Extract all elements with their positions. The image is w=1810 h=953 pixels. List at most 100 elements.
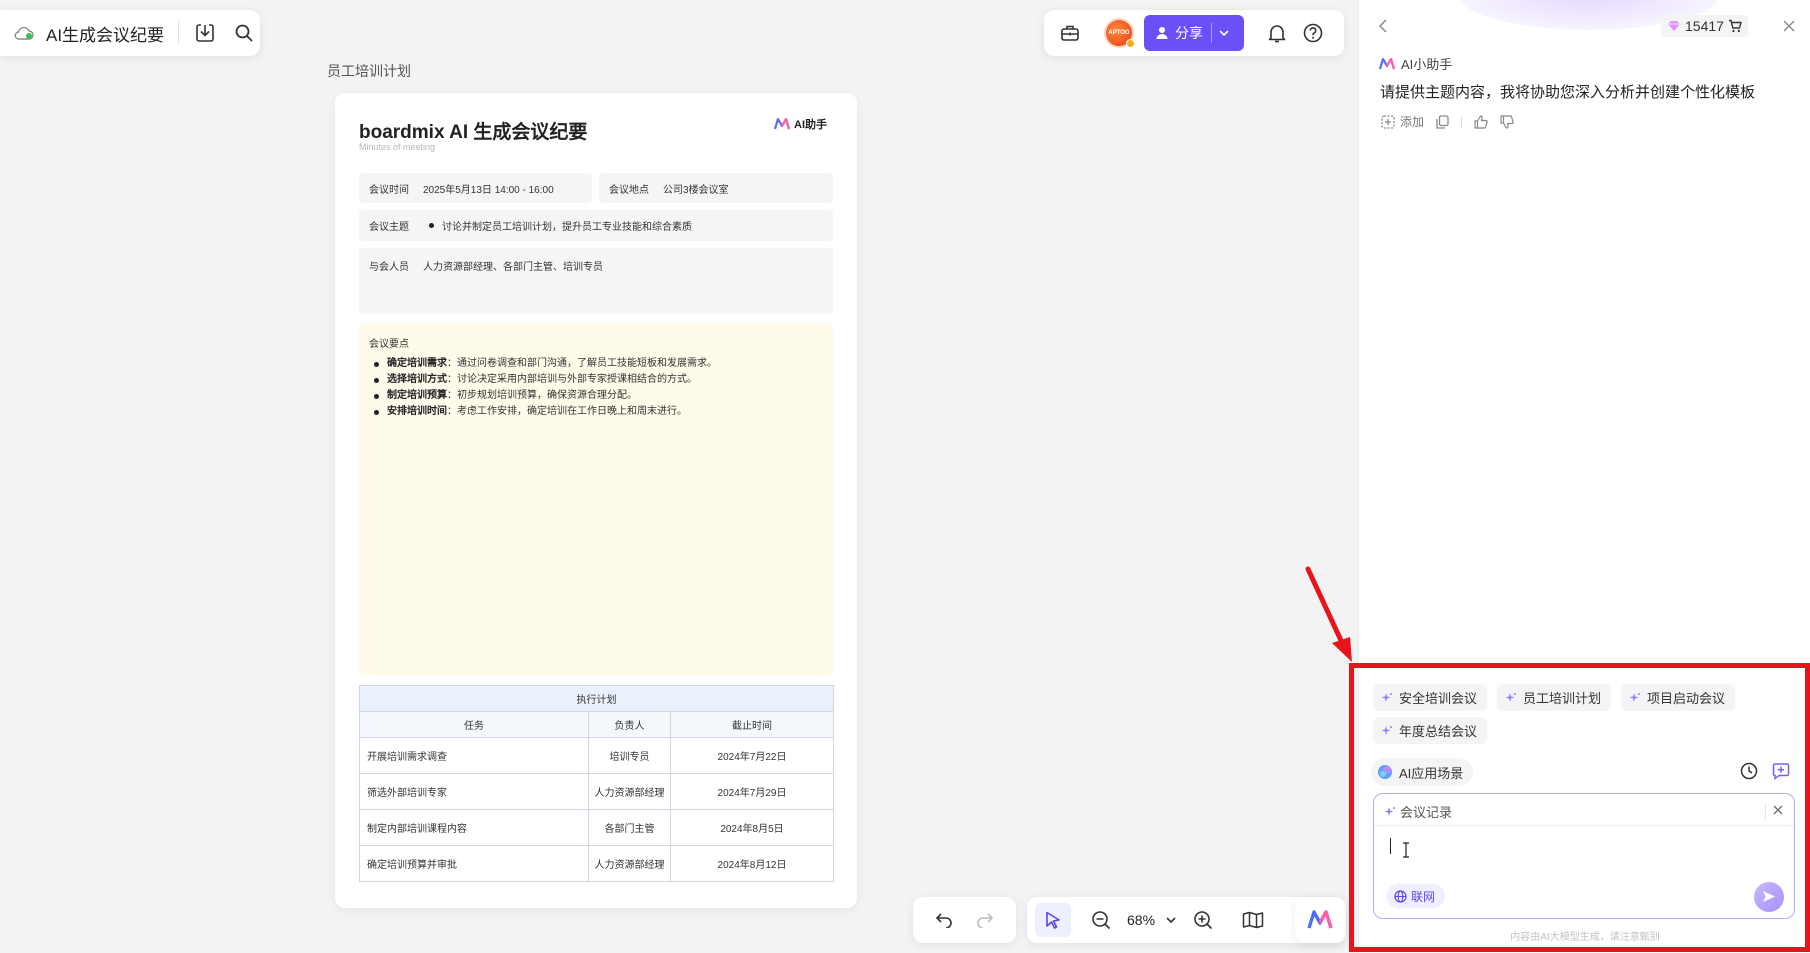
attendees-label: 与会人员 xyxy=(369,262,409,273)
suggestion-chip[interactable]: 员工培训计划 xyxy=(1497,684,1612,711)
close-icon[interactable] xyxy=(1777,14,1801,38)
history-toolbar xyxy=(913,897,1016,943)
globe-icon xyxy=(1394,889,1407,903)
suggestion-chip[interactable]: 项目启动会议 xyxy=(1621,684,1736,711)
table-cell-deadline: 2024年8月5日 xyxy=(670,809,834,846)
table-header-task: 任务 xyxy=(359,711,589,738)
key-point-bold: 制定培训预算 xyxy=(387,390,447,401)
avatar-status-badge xyxy=(1126,39,1135,48)
new-chat-icon[interactable] xyxy=(1769,759,1793,783)
share-label: 分享 xyxy=(1175,25,1203,41)
text-caret xyxy=(1390,838,1391,854)
key-point-item: 确定培训需求：通过问卷调查和部门沟通，了解员工技能短板和发展需求。 xyxy=(369,356,823,372)
send-icon xyxy=(1762,890,1776,904)
select-tool-icon[interactable] xyxy=(1035,903,1071,937)
logo-text: AI助手 xyxy=(794,119,827,131)
suggestion-label: 年度总结会议 xyxy=(1399,724,1478,739)
key-point-text: ：讨论决定采用内部培训与外部专家授课相结合的方式。 xyxy=(447,374,697,385)
copy-icon[interactable] xyxy=(1436,114,1449,129)
meeting-topic-label: 会议主题 xyxy=(369,222,409,233)
suggestion-label: 项目启动会议 xyxy=(1647,691,1726,706)
table-cell-owner: 各部门主管 xyxy=(588,809,671,846)
add-label: 添加 xyxy=(1400,115,1425,129)
credits-badge[interactable]: 15417 xyxy=(1661,15,1748,37)
zoom-in-icon[interactable] xyxy=(1187,904,1219,936)
ai-assistant-panel: 15417 AI小助手 请提供主题内容，我将协助您深入分析并创建个性化模板 添加 xyxy=(1358,0,1810,953)
ai-assistant-button[interactable] xyxy=(1295,897,1345,943)
credits-value: 15417 xyxy=(1685,18,1724,34)
divider xyxy=(1765,803,1766,819)
meeting-place-value: 公司3楼会议室 xyxy=(663,184,729,196)
meeting-place-label: 会议地点 xyxy=(609,184,649,196)
divider xyxy=(1374,825,1794,826)
cloud-sync-icon xyxy=(14,26,34,40)
zoom-out-icon[interactable] xyxy=(1085,904,1117,936)
chat-input-box[interactable]: 会议记录 联网 xyxy=(1373,793,1795,919)
ai-scenes-button[interactable]: AI应用场景 xyxy=(1371,758,1474,786)
toolbox-icon[interactable] xyxy=(1056,19,1084,47)
sparkle-icon xyxy=(1629,692,1641,704)
table-header-row: 任务 负责人 截止时间 xyxy=(359,711,834,738)
ai-scenes-label: AI应用场景 xyxy=(1399,765,1464,781)
send-button[interactable] xyxy=(1754,882,1784,912)
help-icon[interactable] xyxy=(1298,18,1328,48)
divider xyxy=(178,21,179,45)
table-header-deadline: 截止时间 xyxy=(670,711,834,738)
minutes-document[interactable]: boardmix AI 生成会议纪要 Minutes of meeting AI… xyxy=(335,93,857,908)
key-point-item: 制定培训预算：初步规划培训预算，确保资源合理分配。 xyxy=(369,388,823,404)
search-icon[interactable] xyxy=(228,15,260,51)
chat-input-field[interactable] xyxy=(1388,834,1688,860)
assistant-header: AI小助手 xyxy=(1379,54,1452,73)
close-tag-icon[interactable] xyxy=(1770,802,1786,818)
annotation-arrow-icon xyxy=(1305,566,1352,662)
key-point-item: 选择培训方式：讨论决定采用内部培训与外部专家授课相结合的方式。 xyxy=(369,372,823,388)
undo-icon[interactable] xyxy=(928,904,960,936)
share-main-button[interactable]: 分享 xyxy=(1144,15,1211,51)
thumbs-down-icon[interactable] xyxy=(1500,114,1514,129)
map-icon[interactable] xyxy=(1237,904,1269,936)
bell-icon[interactable] xyxy=(1262,18,1292,48)
suggestion-label: 员工培训计划 xyxy=(1523,691,1602,706)
avatar[interactable]: APTOO xyxy=(1104,18,1135,48)
text-cursor-icon xyxy=(1402,842,1410,858)
add-to-canvas-button[interactable]: 添加 xyxy=(1381,113,1424,130)
meeting-time-field: 会议时间 2025年5月13日 14:00 - 16:00 xyxy=(359,173,592,203)
table-cell-owner: 人力资源部经理 xyxy=(588,773,671,810)
table-cell-deadline: 2024年8月12日 xyxy=(670,845,834,882)
zoom-level[interactable]: 68% xyxy=(1127,912,1155,928)
sparkle-icon xyxy=(1384,806,1396,818)
thumbs-up-icon[interactable] xyxy=(1474,114,1488,129)
app-title[interactable]: AI生成会议纪要 xyxy=(46,21,164,46)
table-row: 筛选外部培训专家 人力资源部经理 2024年7月29日 xyxy=(359,773,834,810)
back-chevron-icon[interactable] xyxy=(1371,14,1395,38)
download-icon[interactable] xyxy=(189,15,221,51)
add-user-icon xyxy=(1156,26,1170,40)
key-point-item: 安排培训时间：考虑工作安排，确定培训在工作日晚上和周末进行。 xyxy=(369,404,823,420)
redo-icon[interactable] xyxy=(969,904,1001,936)
meeting-time-label: 会议时间 xyxy=(369,184,409,196)
ai-disclaimer: 内容由AI大模型生成，请注意甄别 xyxy=(1510,932,1660,943)
cart-icon[interactable] xyxy=(1728,19,1742,33)
key-points-title: 会议要点 xyxy=(369,339,409,350)
suggestion-chip[interactable]: 安全培训会议 xyxy=(1373,684,1488,711)
boardmix-ai-icon xyxy=(1307,910,1333,930)
zoom-chevron-down-icon[interactable] xyxy=(1161,904,1181,936)
divider xyxy=(1461,115,1463,128)
frame-label[interactable]: 员工培训计划 xyxy=(327,61,411,81)
message-actions: 添加 xyxy=(1381,113,1514,130)
ai-assistant-logo: AI助手 xyxy=(774,116,827,132)
share-button[interactable]: 分享 xyxy=(1144,15,1244,51)
suggestion-label: 安全培训会议 xyxy=(1399,691,1478,706)
key-point-text: ：通过问卷调查和部门沟通，了解员工技能短板和发展需求。 xyxy=(447,358,717,369)
attendees-value: 人力资源部经理、各部门主管、培训专员 xyxy=(423,262,603,273)
meeting-topic-field: 会议主题 讨论并制定员工培训计划，提升员工专业技能和综合素质 xyxy=(359,210,833,241)
suggestion-chip[interactable]: 年度总结会议 xyxy=(1373,717,1488,744)
web-search-toggle[interactable]: 联网 xyxy=(1386,884,1446,908)
bullet-icon xyxy=(429,223,434,228)
add-to-canvas-icon xyxy=(1381,114,1395,129)
history-clock-icon[interactable] xyxy=(1737,759,1761,783)
chevron-down-icon[interactable] xyxy=(1212,15,1236,51)
gem-icon xyxy=(1667,20,1681,32)
table-cell-owner: 人力资源部经理 xyxy=(588,845,671,882)
key-point-bold: 确定培训需求 xyxy=(387,358,447,369)
